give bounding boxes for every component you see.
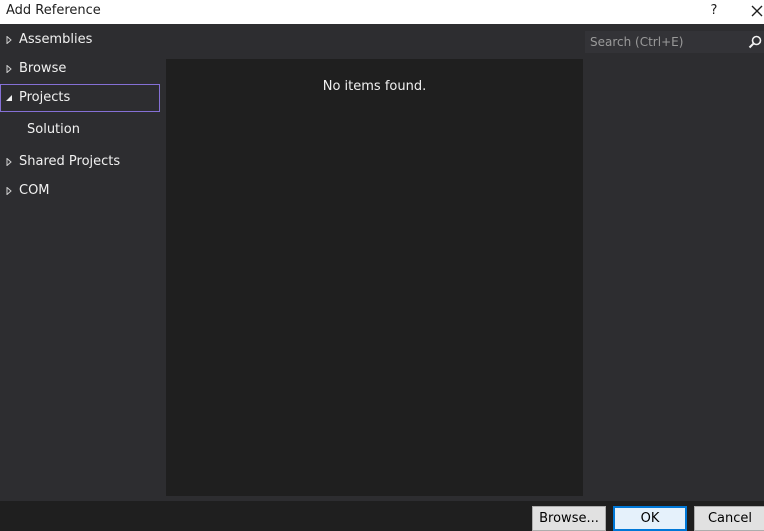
search-icon[interactable] <box>748 35 762 49</box>
tree-item-projects[interactable]: Projects <box>0 84 160 112</box>
category-tree: Assemblies Browse Projects Solution Shar… <box>0 24 164 501</box>
ok-button[interactable]: OK <box>613 506 687 531</box>
search-box[interactable] <box>585 31 764 53</box>
tree-item-com[interactable]: COM <box>0 177 160 205</box>
triangle-right-icon[interactable] <box>5 36 13 44</box>
tree-item-browse[interactable]: Browse <box>0 55 160 83</box>
triangle-down-icon[interactable] <box>5 94 13 102</box>
tree-item-label: Projects <box>19 90 71 105</box>
tree-item-solution[interactable]: Solution <box>0 116 160 144</box>
empty-message: No items found. <box>322 79 427 94</box>
help-button[interactable]: ? <box>708 2 720 20</box>
browse-button[interactable]: Browse... <box>532 506 606 531</box>
tree-item-label: Shared Projects <box>19 154 121 169</box>
tree-item-label: COM <box>19 183 50 198</box>
results-list[interactable]: No items found. <box>166 59 583 496</box>
search-input[interactable] <box>585 31 743 53</box>
cancel-button[interactable]: Cancel <box>694 506 764 531</box>
tree-item-label: Solution <box>27 122 80 137</box>
triangle-right-icon[interactable] <box>5 65 13 73</box>
tree-item-label: Browse <box>19 61 67 76</box>
tree-item-assemblies[interactable]: Assemblies <box>0 26 160 54</box>
close-icon[interactable] <box>749 3 764 19</box>
triangle-right-icon[interactable] <box>5 158 13 166</box>
tree-item-shared-projects[interactable]: Shared Projects <box>0 148 160 176</box>
tree-item-label: Assemblies <box>19 32 93 47</box>
title-bar: Add Reference ? <box>0 0 764 24</box>
triangle-right-icon[interactable] <box>5 187 13 195</box>
window-title: Add Reference <box>6 3 101 18</box>
